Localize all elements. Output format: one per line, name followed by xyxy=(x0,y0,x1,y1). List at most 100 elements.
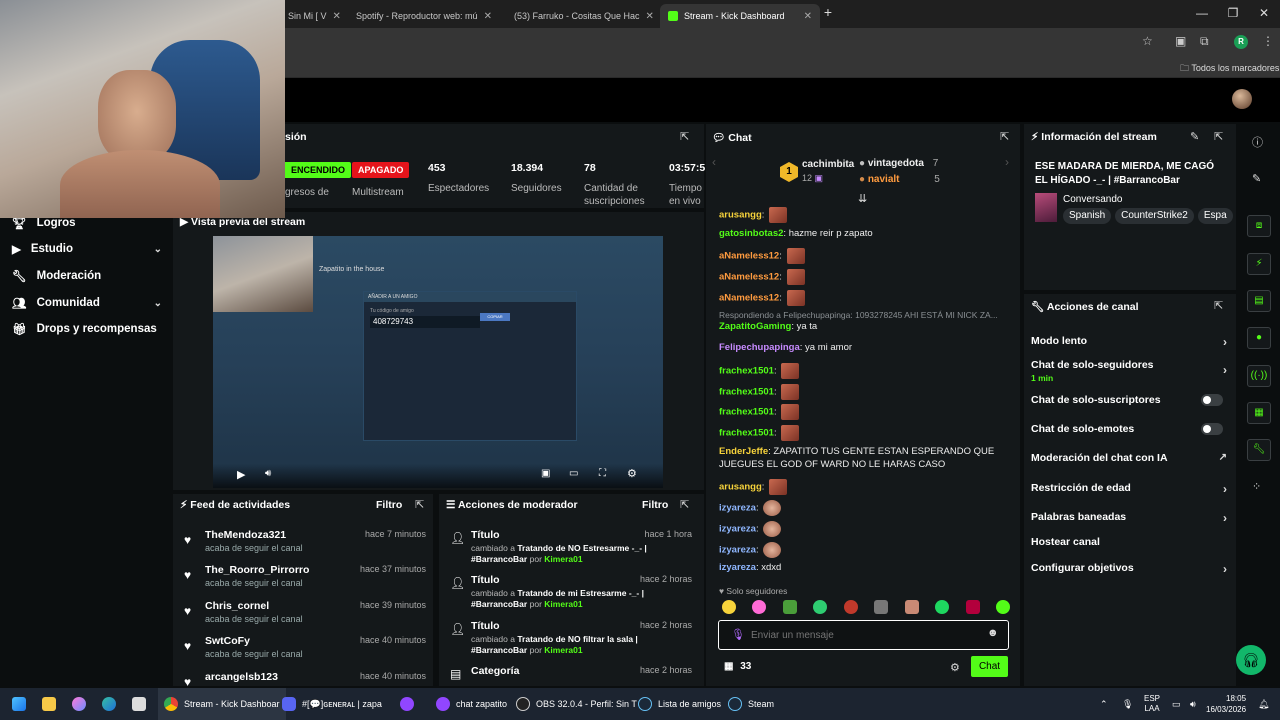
bookmark-star-icon[interactable]: ☆ xyxy=(1142,34,1153,48)
close-icon[interactable]: ✕ xyxy=(804,11,812,22)
taskbar-app-steam-friends[interactable]: Lista de amigos xyxy=(638,688,721,720)
close-icon[interactable]: ✕ xyxy=(333,11,340,22)
chat-username[interactable]: frachex1501 xyxy=(719,387,774,398)
action-host-channel[interactable]: Hostear canal xyxy=(1031,536,1227,548)
channel-points[interactable]: ▦ 33 xyxy=(724,661,751,672)
support-headset-icon[interactable]: 🎧︎ xyxy=(1236,645,1266,675)
close-icon[interactable]: ✕ xyxy=(484,11,492,22)
language-indicator[interactable]: ESP LAA xyxy=(1144,688,1160,720)
microphone-icon[interactable]: 🎙︎ xyxy=(731,628,745,641)
edge-button[interactable] xyxy=(102,688,116,720)
action-banned-words[interactable]: Palabras baneadas › xyxy=(1031,511,1227,525)
sidebar-item-comunidad[interactable]: 👥︎ Comunidad ⌄ xyxy=(12,296,162,310)
popout-icon[interactable]: ⇱ xyxy=(680,130,689,143)
sidebar-item-estudio[interactable]: ▶︎ Estudio ⌄ xyxy=(12,242,162,256)
store-button[interactable] xyxy=(132,688,146,720)
subs-only-toggle[interactable] xyxy=(1201,394,1223,406)
tag-chip[interactable]: Espa xyxy=(1197,208,1233,224)
close-icon[interactable]: ✕ xyxy=(646,11,654,22)
action-followers-only[interactable]: Chat de solo-seguidores 1 min › xyxy=(1031,359,1227,383)
settings-gear-icon[interactable]: ⚙ xyxy=(627,467,637,480)
notifications-icon[interactable]: 🔔︎ xyxy=(1258,688,1269,720)
tab-youtube[interactable]: (53) Farruko - Cositas Que Hac ✕ xyxy=(500,4,656,28)
info-icon[interactable]: ⓘ xyxy=(1252,134,1263,150)
chat-settings-gear-icon[interactable]: ⚙ xyxy=(950,661,960,674)
volume-icon[interactable]: 🔊︎ xyxy=(1190,688,1196,720)
emote-icon[interactable] xyxy=(752,600,767,614)
mod-filter-button[interactable]: Filtro xyxy=(642,499,668,511)
taskbar-app-chrome[interactable]: Stream - Kick Dashboar xyxy=(158,688,286,720)
action-goals[interactable]: Configurar objetivos › xyxy=(1031,562,1227,576)
chat-username[interactable]: Felipechupapinga xyxy=(719,342,800,353)
taskbar-clock[interactable]: 18:05 16/03/2026 xyxy=(1206,688,1246,720)
emotes-only-toggle[interactable] xyxy=(1201,423,1223,435)
rail-button-1[interactable]: ⧈ xyxy=(1247,215,1271,237)
rail-button-7[interactable]: 🔧︎ xyxy=(1247,439,1271,461)
fullscreen-icon[interactable]: ⛶ xyxy=(599,468,606,479)
chat-username[interactable]: izyareza xyxy=(719,524,756,535)
tab-spotify[interactable]: Spotify - Reproductor web: mú ✕ xyxy=(342,4,498,28)
emote-icon[interactable] xyxy=(722,600,736,614)
explorer-button[interactable] xyxy=(42,688,56,720)
chat-username[interactable]: izyareza xyxy=(719,562,756,573)
tag-chip[interactable]: CounterStrike2 xyxy=(1115,208,1194,224)
minimize-icon[interactable]: — xyxy=(1192,6,1212,20)
profile-avatar[interactable]: R xyxy=(1234,35,1248,49)
chat-username[interactable]: gatosinbotas2 xyxy=(719,228,783,239)
tray-overflow-icon[interactable]: ⌃ xyxy=(1100,688,1108,720)
chat-username[interactable]: aNameless12 xyxy=(719,251,779,262)
chat-username[interactable]: arusangg xyxy=(719,210,762,221)
category-name[interactable]: Conversando xyxy=(1063,194,1122,205)
emote-icon[interactable] xyxy=(874,600,889,614)
media-icon[interactable]: ▣ xyxy=(1175,34,1186,48)
chat-username[interactable]: aNameless12 xyxy=(719,293,779,304)
edit-icon[interactable]: ✎ xyxy=(1252,172,1261,185)
new-tab-button[interactable]: + xyxy=(818,4,838,20)
action-ai-moderation[interactable]: Moderación del chat con IA ↗ xyxy=(1031,452,1227,464)
emote-icon[interactable] xyxy=(995,600,1010,614)
chat-username[interactable]: frachex1501 xyxy=(719,428,774,439)
edit-icon[interactable]: ✎ xyxy=(1190,130,1199,143)
chat-username[interactable]: arusangg xyxy=(719,482,762,493)
window-close-icon[interactable]: ✕ xyxy=(1254,6,1274,20)
popout-icon[interactable]: ⇱ xyxy=(1214,299,1223,312)
chevron-right-icon[interactable]: › xyxy=(1005,155,1009,169)
restore-icon[interactable]: ❐ xyxy=(1223,6,1243,20)
taskbar-app-chat[interactable]: chat zapatito xyxy=(436,688,507,720)
sidebar-item-drops[interactable]: 🎁︎ Drops y recompensas xyxy=(12,322,162,336)
start-button[interactable] xyxy=(12,688,26,720)
rail-button-3[interactable]: ▤ xyxy=(1247,290,1271,312)
sidebar-item-logros[interactable]: 🏆︎ Logros xyxy=(12,216,162,230)
tab-kick-dashboard[interactable]: Stream - Kick Dashboard ✕ xyxy=(660,4,820,28)
taskbar-app-discord[interactable]: #[💬]ɢᴇɴᴇʀᴀʟ | zapa xyxy=(282,688,382,720)
chevron-left-icon[interactable]: ‹ xyxy=(712,155,716,169)
copilot-button[interactable] xyxy=(72,688,86,720)
popout-icon[interactable]: ⇱ xyxy=(1000,130,1009,143)
chat-username[interactable]: frachex1501 xyxy=(719,407,774,418)
rail-button-2[interactable]: ⚡︎ xyxy=(1247,253,1271,275)
rail-button-6[interactable]: ▦ xyxy=(1247,402,1271,424)
browser-menu-icon[interactable]: ⋮ xyxy=(1262,34,1274,48)
emote-icon[interactable] xyxy=(782,600,797,614)
rail-button-4[interactable]: ● xyxy=(1247,327,1271,349)
emote-icon[interactable] xyxy=(843,600,858,614)
tag-chip[interactable]: Spanish xyxy=(1063,208,1112,224)
user-avatar[interactable] xyxy=(1232,89,1252,109)
top-gifter-name[interactable]: cachimbita xyxy=(802,159,854,170)
popout-icon[interactable]: ⇱ xyxy=(415,498,424,511)
emote-icon[interactable] xyxy=(904,600,919,614)
pip-icon[interactable]: ▣ xyxy=(541,468,550,479)
sidebar-item-moderacion[interactable]: 🔧︎ Moderación xyxy=(12,269,162,283)
popout-icon[interactable]: ⇱ xyxy=(680,498,689,511)
tray-mic-icon[interactable]: 🎙︎ xyxy=(1122,688,1133,720)
chat-send-button[interactable]: Chat xyxy=(971,656,1008,677)
play-icon[interactable]: ▶ xyxy=(237,468,245,481)
action-emotes-only[interactable]: Chat de solo-emotes xyxy=(1031,423,1227,435)
apps-icon[interactable]: ⁘ xyxy=(1252,480,1261,493)
extensions-icon[interactable]: ⧉ xyxy=(1200,34,1209,49)
chat-username[interactable]: frachex1501 xyxy=(719,366,774,377)
feed-filter-button[interactable]: Filtro xyxy=(376,499,402,511)
taskbar-app-obs[interactable]: OBS 32.0.4 - Perfil: Sin T xyxy=(516,688,637,720)
rail-button-5[interactable]: ((·)) xyxy=(1247,365,1271,387)
action-subs-only[interactable]: Chat de solo-suscriptores xyxy=(1031,394,1227,406)
